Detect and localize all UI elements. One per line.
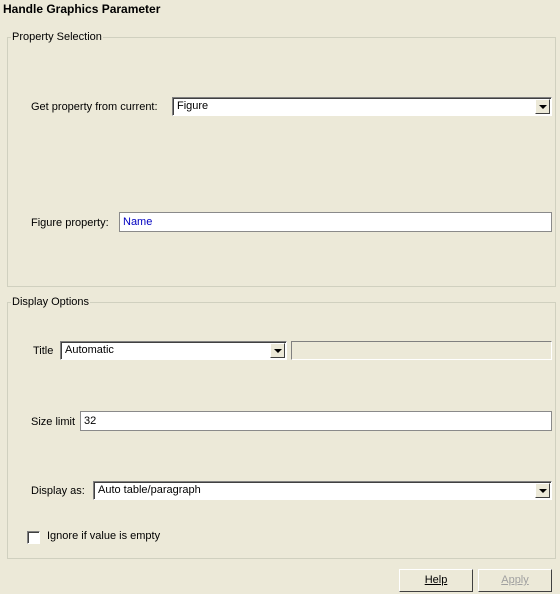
size-limit-value: 32 [84, 415, 97, 427]
size-limit-input[interactable]: 32 [80, 411, 552, 431]
get-property-select[interactable]: Figure [172, 97, 552, 116]
display-as-select[interactable]: Auto table/paragraph [93, 481, 552, 500]
property-selection-group: Property Selection [7, 31, 556, 287]
title-text-input[interactable] [291, 341, 552, 360]
figure-property-value: Name [123, 216, 153, 228]
size-limit-label: Size limit [31, 416, 76, 428]
title-label: Title [33, 345, 54, 357]
display-options-legend: Display Options [12, 296, 90, 308]
chevron-down-icon [539, 105, 547, 109]
title-dropdown-arrow[interactable] [270, 343, 285, 358]
apply-button-label: Apply [501, 574, 529, 586]
apply-button[interactable]: Apply [478, 569, 552, 592]
display-as-label: Display as: [31, 485, 85, 497]
property-selection-legend: Property Selection [12, 31, 102, 43]
chevron-down-icon [539, 489, 547, 493]
help-button[interactable]: Help [399, 569, 473, 592]
dialog-title: Handle Graphics Parameter [3, 2, 161, 16]
display-as-value: Auto table/paragraph [98, 484, 201, 496]
get-property-label: Get property from current: [31, 101, 158, 113]
chevron-down-icon [274, 349, 282, 353]
ignore-empty-label[interactable]: Ignore if value is empty [47, 530, 160, 542]
title-select[interactable]: Automatic [60, 341, 287, 360]
figure-property-label: Figure property: [31, 217, 109, 229]
figure-property-input[interactable]: Name [119, 212, 552, 232]
title-value: Automatic [65, 344, 114, 356]
get-property-dropdown-arrow[interactable] [535, 99, 550, 114]
ignore-empty-checkbox[interactable] [27, 531, 40, 544]
display-as-dropdown-arrow[interactable] [535, 483, 550, 498]
get-property-value: Figure [177, 100, 209, 112]
help-button-label: Help [424, 574, 448, 586]
